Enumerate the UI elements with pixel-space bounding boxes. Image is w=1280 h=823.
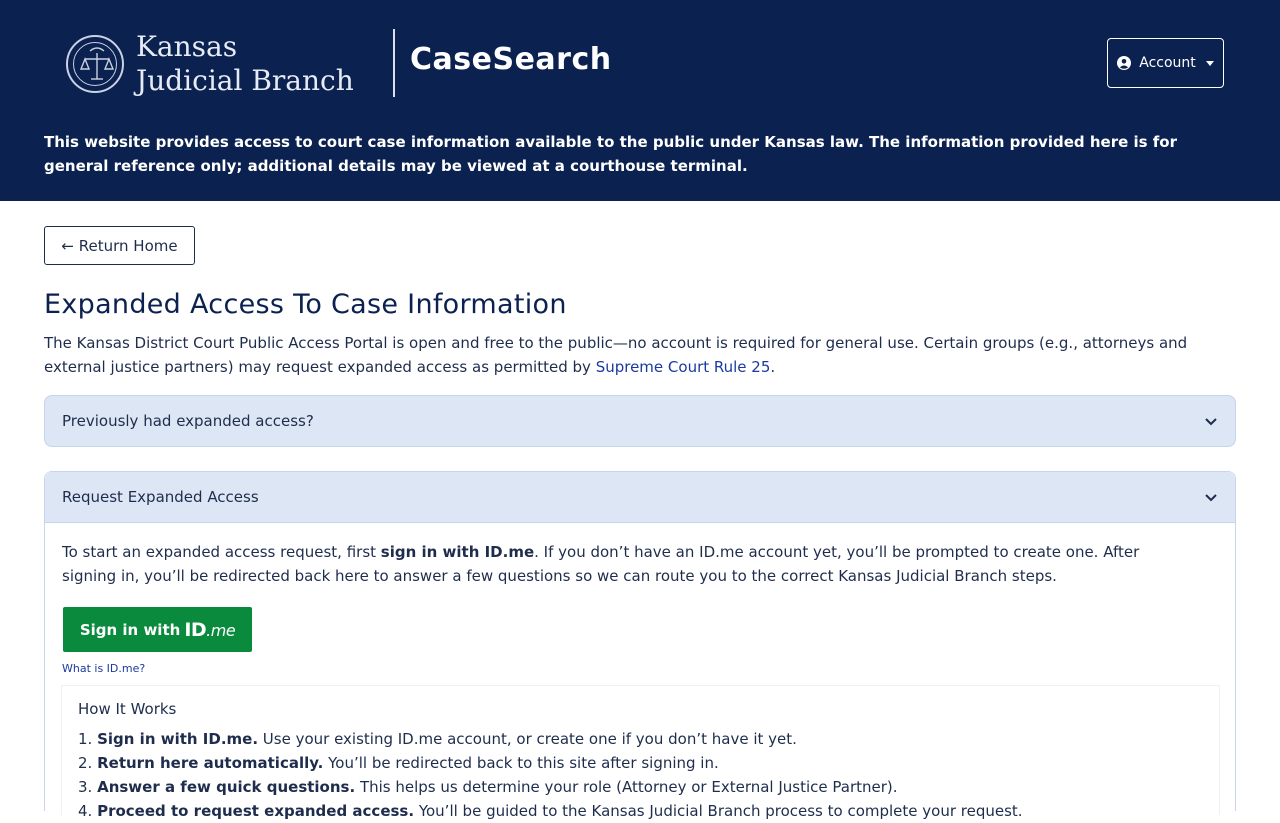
site-header: Kansas Judicial Branch CaseSearch Accoun…: [0, 0, 1280, 201]
request-text-bold: sign in with ID.me: [380, 543, 535, 561]
list-item: 1. Sign in with ID.me. Use your existing…: [78, 727, 1203, 751]
scales-seal-icon: [66, 35, 124, 93]
step-title: Return here automatically.: [97, 754, 324, 772]
accordion-request-access: Request Expanded Access To start an expa…: [44, 471, 1236, 820]
list-item: 3. Answer a few quick questions. This he…: [78, 775, 1203, 799]
accordion-title-previous: Previously had expanded access?: [62, 412, 314, 430]
step-title: Sign in with ID.me.: [97, 730, 259, 748]
header-divider: [393, 29, 395, 97]
idme-logo-me: .me: [206, 620, 236, 640]
caret-down-icon: [1205, 60, 1214, 66]
step-text: You’ll be guided to the Kansas Judicial …: [414, 802, 1023, 820]
brand-logo[interactable]: Kansas Judicial Branch: [66, 30, 354, 98]
list-item: 2. Return here automatically. You’ll be …: [78, 751, 1203, 775]
what-is-idme-link[interactable]: What is ID.me?: [62, 662, 1218, 675]
step-text: You’ll be redirected back to this site a…: [323, 754, 719, 772]
public-access-notice: This website provides access to court ca…: [44, 133, 1178, 175]
user-circle-icon: [1117, 56, 1132, 70]
account-dropdown-button[interactable]: Account: [1107, 38, 1224, 88]
step-number: 1.: [78, 730, 93, 748]
chevron-down-icon: [1205, 418, 1217, 426]
page-title: Expanded Access To Case Information: [44, 289, 567, 320]
sign-in-idme-button[interactable]: Sign in with ID.me: [63, 607, 252, 652]
request-instructions: To start an expanded access request, fir…: [62, 540, 1192, 588]
step-title: Answer a few quick questions.: [97, 778, 356, 796]
idme-logo-id: ID: [184, 618, 207, 641]
list-item: 4. Proceed to request expanded access. Y…: [78, 799, 1203, 823]
supreme-court-rule-link[interactable]: Supreme Court Rule 25: [596, 358, 771, 376]
step-number: 2.: [78, 754, 93, 772]
accordion-previous-access: Previously had expanded access?: [44, 395, 1236, 447]
step-number: 4.: [78, 802, 93, 820]
how-it-works-steps: 1. Sign in with ID.me. Use your existing…: [78, 727, 1203, 823]
request-text-1: To start an expanded access request, fir…: [62, 543, 381, 561]
brand-line-1: Kansas: [136, 30, 238, 63]
intro-paragraph: The Kansas District Court Public Access …: [44, 331, 1224, 379]
chevron-down-icon: [1205, 494, 1217, 502]
idme-logo-icon: ID.me: [184, 619, 235, 641]
brand-line-2: Judicial Branch: [136, 64, 354, 97]
accordion-title-request: Request Expanded Access: [62, 488, 259, 506]
account-label: Account: [1139, 55, 1196, 71]
step-text: Use your existing ID.me account, or crea…: [258, 730, 797, 748]
step-text: This helps us determine your role (Attor…: [355, 778, 898, 796]
accordion-body-request: To start an expanded access request, fir…: [45, 523, 1235, 820]
app-title[interactable]: CaseSearch: [410, 42, 612, 77]
accordion-toggle-request[interactable]: Request Expanded Access: [45, 472, 1235, 523]
how-it-works-title: How It Works: [78, 700, 177, 718]
idme-button-label: Sign in with: [79, 620, 181, 639]
accordion-toggle-previous[interactable]: Previously had expanded access?: [45, 396, 1235, 446]
step-title: Proceed to request expanded access.: [97, 802, 415, 820]
return-home-button[interactable]: ← Return Home: [44, 226, 195, 265]
intro-end: .: [770, 358, 776, 376]
how-it-works-panel: How It Works 1. Sign in with ID.me. Use …: [61, 685, 1220, 820]
step-number: 3.: [78, 778, 93, 796]
